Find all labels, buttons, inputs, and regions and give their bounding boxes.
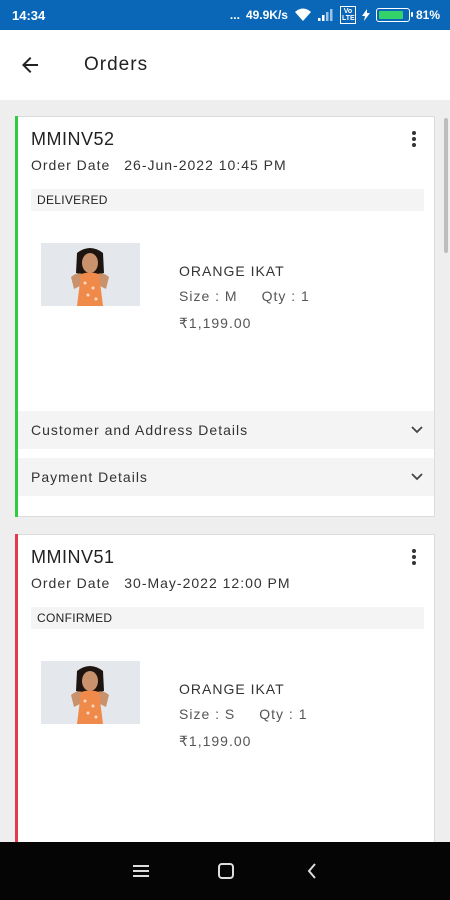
orders-list[interactable]: MMINV52 Order Date 26-Jun-2022 10:45 PM D…	[0, 100, 450, 842]
system-nav-bar	[0, 842, 450, 900]
menu-nav-button[interactable]	[129, 859, 153, 883]
scrollbar[interactable]	[444, 118, 448, 253]
order-card[interactable]: MMINV52 Order Date 26-Jun-2022 10:45 PM D…	[15, 116, 435, 517]
status-accent-bar	[15, 116, 18, 517]
product-meta: Size : S Qty : 1	[179, 706, 307, 722]
battery-icon	[375, 8, 413, 22]
back-button[interactable]	[0, 30, 60, 100]
more-options-button[interactable]	[408, 547, 420, 567]
status-dots: ...	[229, 8, 240, 22]
order-id: MMINV51	[31, 547, 115, 567]
dot	[412, 137, 416, 141]
product-photo	[41, 661, 140, 724]
chevron-down-icon	[411, 426, 423, 434]
dot	[412, 131, 416, 135]
page-title: Orders	[84, 54, 149, 75]
app-bar: Orders	[0, 30, 450, 100]
product-size: Size : S	[179, 706, 236, 722]
product-image[interactable]	[41, 243, 140, 306]
order-date-value: 30-May-2022 12:00 PM	[124, 575, 291, 591]
chevron-down-icon	[411, 473, 423, 481]
product-meta: Size : M Qty : 1	[179, 288, 310, 304]
accordion-label: Customer and Address Details	[31, 422, 249, 438]
back-nav-button[interactable]	[300, 859, 324, 883]
battery-percent: 81%	[415, 8, 440, 22]
order-date-label: Order Date	[31, 157, 111, 173]
order-id: MMINV52	[31, 129, 115, 149]
accordion-label: Payment Details	[31, 469, 148, 485]
wifi-icon	[294, 8, 312, 22]
product-price: ₹1,199.00	[179, 733, 252, 749]
product-qty: Qty : 1	[261, 288, 310, 304]
status-accent-bar	[15, 534, 18, 842]
product-size: Size : M	[179, 288, 238, 304]
order-date: Order Date 30-May-2022 12:00 PM	[31, 575, 291, 591]
order-date-label: Order Date	[31, 575, 111, 591]
order-status: CONFIRMED	[31, 607, 424, 629]
network-speed: 49.9K/s	[245, 8, 288, 22]
square-icon	[218, 863, 234, 879]
product-price: ₹1,199.00	[179, 315, 252, 331]
status-bar: 14:34 ... 49.9K/s Vo LTE 81%	[0, 0, 450, 30]
chevron-left-icon	[307, 863, 316, 879]
home-nav-button[interactable]	[214, 859, 238, 883]
dot	[412, 143, 416, 147]
payment-details-accordion[interactable]: Payment Details	[18, 458, 434, 496]
product-name: ORANGE IKAT	[179, 263, 285, 279]
status-time: 14:34	[12, 7, 46, 23]
product-qty: Qty : 1	[259, 706, 308, 722]
dot	[412, 549, 416, 553]
signal-icon	[317, 9, 334, 21]
menu-icon	[133, 865, 149, 877]
product-image[interactable]	[41, 661, 140, 724]
product-photo	[41, 243, 140, 306]
arrow-left-icon	[22, 57, 38, 73]
more-options-button[interactable]	[408, 129, 420, 149]
dot	[412, 561, 416, 565]
order-date: Order Date 26-Jun-2022 10:45 PM	[31, 157, 287, 173]
order-status: DELIVERED	[31, 189, 424, 211]
charging-bolt-icon	[361, 9, 370, 21]
volte-badge: Vo LTE	[339, 6, 356, 24]
customer-address-accordion[interactable]: Customer and Address Details	[18, 411, 434, 449]
product-name: ORANGE IKAT	[179, 681, 285, 697]
battery-fill	[378, 11, 403, 19]
dot	[412, 555, 416, 559]
order-card[interactable]: MMINV51 Order Date 30-May-2022 12:00 PM C…	[15, 534, 435, 842]
order-date-value: 26-Jun-2022 10:45 PM	[124, 157, 287, 173]
status-icons: ... 49.9K/s Vo LTE 81%	[230, 6, 440, 24]
